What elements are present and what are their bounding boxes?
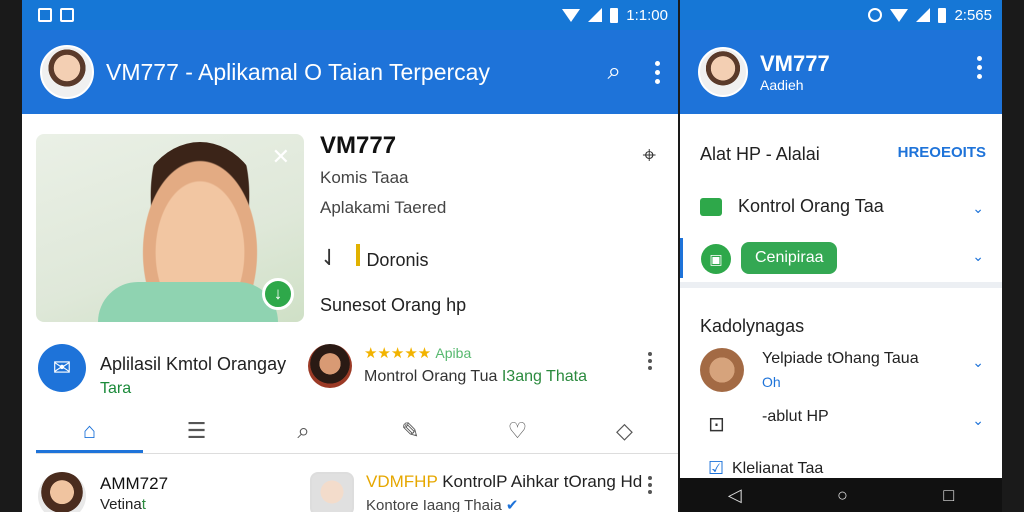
home-icon[interactable]: ⌂ (36, 412, 143, 453)
avatar (308, 344, 352, 388)
tab-bar: ⌂ ☰ ⌕ ✎ ♡ ◇ (36, 412, 678, 454)
list-icon[interactable]: ☰ (143, 412, 250, 453)
status-bar: 1:1:00 (22, 0, 678, 30)
download-bar-icon (356, 244, 361, 266)
more-menu-icon[interactable] (655, 60, 660, 84)
rating-stars: ★★★★★ Apiba (364, 345, 472, 362)
pin-icon[interactable]: ⌖ (642, 142, 656, 170)
signal-icon (588, 8, 603, 22)
download-label: Doronis (366, 250, 429, 270)
app-subtitle: Aadieh (760, 77, 804, 93)
list-item-label: Kontrol Orang Taa (738, 196, 884, 216)
back-icon[interactable]: ◁ (728, 485, 742, 506)
list-item[interactable]: ✉ Aplilasil Kmtol Orangay Tara ★★★★★ Api… (22, 338, 678, 402)
more-options-icon[interactable] (648, 476, 652, 494)
section-heading: Alat HP - Alalai (700, 144, 820, 164)
chevron-down-icon[interactable]: ⌄ (972, 412, 984, 429)
app-icon: ▣ (701, 244, 731, 274)
avatar[interactable] (698, 47, 748, 97)
list-item[interactable]: Kontrol Orang Taa (700, 196, 884, 217)
list-item-subtitle: Tara (100, 380, 132, 397)
status-time: 2:565 (954, 6, 992, 24)
app-category: Komis Taaa (320, 168, 409, 187)
signal-icon (916, 8, 931, 22)
categories-section: Kadolynagas Yelpiade tOhang Taua Oh ⌄ ⊡ … (680, 300, 1002, 480)
avatar (38, 472, 86, 512)
list-item-title[interactable]: Klelianat Taa (732, 460, 823, 478)
list-item-title: AMM727 (100, 474, 169, 493)
search-icon[interactable]: ⌕ (250, 412, 357, 453)
wrench-icon[interactable]: ✎ (357, 412, 464, 453)
app-publisher: Aplakami Taered (320, 198, 447, 217)
lock-icon: ⊡ (708, 414, 725, 436)
app-name: VM777 (320, 132, 397, 159)
battery-icon (610, 7, 619, 23)
search-icon[interactable]: ⌕ (608, 58, 621, 86)
tools-section: Alat HP - Alalai HREOEOITS Kontrol Orang… (680, 122, 1002, 288)
recents-icon[interactable]: □ (943, 485, 954, 506)
app-tagline: Sunesot Orang hp (320, 295, 467, 315)
avatar[interactable] (40, 45, 94, 99)
section-link[interactable]: HREOEOITS (898, 144, 986, 161)
chevron-down-icon[interactable]: ⌄ (972, 248, 984, 265)
avatar (700, 348, 744, 392)
more-menu-icon[interactable] (977, 56, 982, 79)
list-item-title: VDMFHP KontrolP Aihkar tOrang Hd (366, 472, 643, 491)
download-arrow-icon: ⇃ (320, 244, 339, 270)
battery-icon (938, 7, 947, 23)
phone-left-screen: 1:1:00 VM777 - Aplikamal O Taian Terperc… (22, 0, 678, 512)
list-item-title[interactable]: Yelpiade tOhang Taua (762, 350, 919, 368)
list-item-subtitle: Kontore Iaang Thaia ✔ (366, 497, 519, 512)
app-bar: VM777 Aadieh (680, 30, 1002, 114)
featured-image-card[interactable]: ✕ ↓ (36, 134, 304, 322)
close-icon[interactable]: ✕ (272, 144, 290, 170)
download-row[interactable]: ⇃ Doronis (320, 244, 428, 271)
shield-icon[interactable]: ◇ (571, 412, 678, 453)
list-item[interactable]: ▣ Cenipiraa ⌄ (680, 238, 1002, 278)
verified-icon: ✔ (505, 497, 519, 512)
app-title: VM777 (760, 51, 830, 76)
check-icon: ☑ (708, 458, 725, 478)
wifi-icon (562, 8, 581, 22)
list-item-subtitle: Oh (762, 374, 781, 390)
system-nav-bar: ◁ ○ □ (680, 478, 1002, 512)
wifi-icon (890, 8, 909, 22)
status-time: 1:1:00 (626, 6, 668, 24)
app-detail: VM777 Komis Taaa Aplakami Taered ⌖ (320, 132, 670, 218)
notification-icon (60, 8, 74, 22)
list-item-description: Montrol Orang Tua I3ang Thata (364, 368, 587, 385)
list-item-title[interactable]: -ablut HP (762, 408, 829, 426)
phone-right-screen: 2:565 VM777 Aadieh Alat HP - Alalai HREO… (680, 0, 1002, 512)
folder-icon (700, 197, 722, 216)
app-bar: VM777 - Aplikamal O Taian Terpercay ⌕ (22, 30, 678, 114)
avatar (310, 472, 354, 512)
chevron-down-icon[interactable]: ⌄ (972, 200, 984, 217)
action-button[interactable]: Cenipiraa (741, 242, 838, 274)
chat-icon: ✉ (38, 344, 86, 392)
alarm-icon (868, 8, 883, 22)
chevron-down-icon[interactable]: ⌄ (972, 354, 984, 371)
list-item[interactable]: AMM727 Vetinat VDMFHP KontrolP Aihkar tO… (22, 462, 678, 512)
heart-icon[interactable]: ♡ (464, 412, 571, 453)
more-options-icon[interactable] (648, 352, 652, 370)
app-title: VM777 - Aplikamal O Taian Terpercay (106, 58, 490, 85)
section-heading: Kadolynagas (700, 316, 805, 336)
notification-icon (38, 8, 52, 22)
download-icon[interactable]: ↓ (262, 278, 294, 310)
list-item-subtitle: Vetinat (100, 496, 146, 512)
home-icon[interactable]: ○ (837, 485, 848, 506)
list-item-title: Aplilasil Kmtol Orangay (100, 354, 287, 374)
status-bar: 2:565 (680, 0, 1002, 30)
